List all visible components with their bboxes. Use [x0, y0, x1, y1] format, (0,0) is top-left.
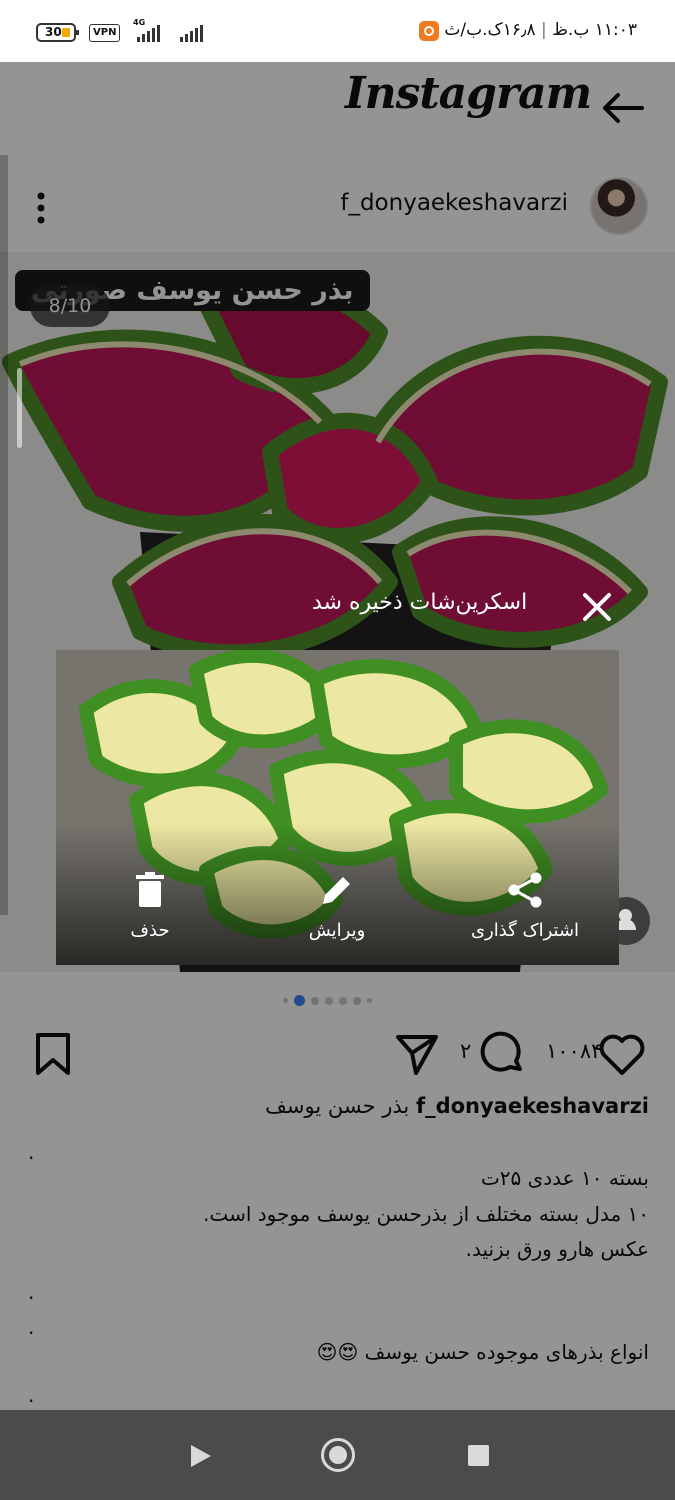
trash-icon [136, 872, 164, 907]
scroll-thumb[interactable] [17, 368, 22, 448]
nav-back-icon[interactable] [188, 1443, 214, 1469]
screenshot-saved-title: اسکرین‌شات ذخیره شد [312, 590, 528, 615]
delete-label: حذف [130, 920, 170, 941]
close-icon[interactable] [580, 590, 614, 624]
system-nav-bar [0, 1410, 675, 1500]
screenshot-actions: اشتراک گذاری ویرایش حذف [56, 860, 619, 965]
nav-home-icon[interactable] [321, 1438, 355, 1472]
battery-indicator: 30 [36, 23, 79, 42]
scroll-track [0, 155, 8, 915]
status-time: ۱۱:۰۳ ب.ظ [552, 20, 637, 40]
pencil-icon [323, 877, 350, 904]
share-icon [508, 872, 542, 908]
vpn-badge: VPN [89, 24, 121, 42]
nav-recent-apps-icon[interactable] [468, 1445, 489, 1466]
delete-screenshot-button[interactable]: حذف [80, 870, 220, 941]
status-bar: 30 VPN 4G ۱۱:۰۳ ب.ظ | ۱۶٫۸ک.ب/ث [0, 0, 675, 62]
share-screenshot-button[interactable]: اشتراک گذاری [455, 870, 595, 941]
share-label: اشتراک گذاری [470, 920, 580, 941]
signal-strength-icon [137, 24, 160, 42]
edit-label: ویرایش [308, 920, 366, 941]
status-right: ۱۱:۰۳ ب.ظ | ۱۶٫۸ک.ب/ث [444, 20, 637, 40]
signal-strength-icon [180, 24, 203, 42]
edit-screenshot-button[interactable]: ویرایش [267, 870, 407, 941]
data-rate: ۱۶٫۸ک.ب/ث [444, 20, 536, 40]
screen-recorder-icon [419, 21, 439, 41]
